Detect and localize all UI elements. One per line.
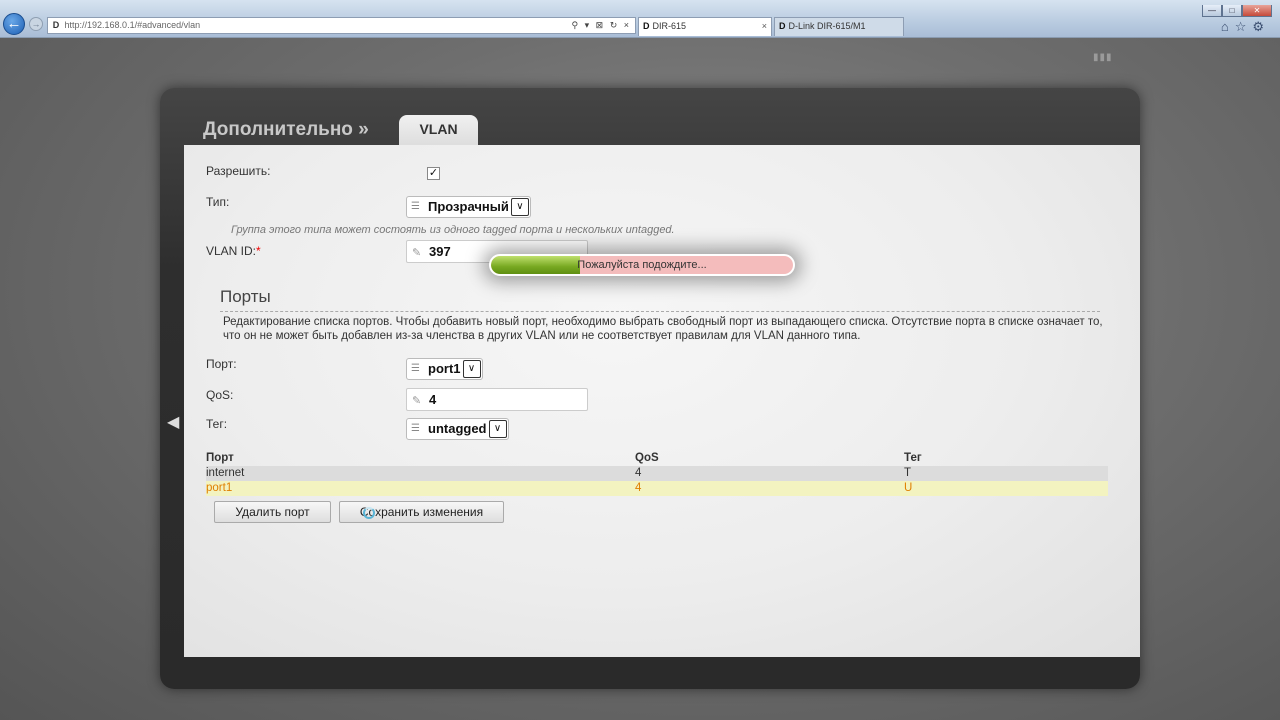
qos-input[interactable]: ✎ 4 [406,388,588,411]
type-select-value: Прозрачный [428,199,509,214]
ports-description: Редактирование списка портов. Чтобы доба… [223,316,1103,342]
cell-qos: 4 [635,467,642,479]
browser-tools: ⌂☆⚙ [1221,19,1270,35]
tag-select[interactable]: ☰ untagged ∨ [406,418,509,440]
type-label: Тип: [206,195,230,209]
tag-select-value: untagged [428,421,487,436]
tab-vlan[interactable]: VLAN [399,115,478,147]
tab-close-icon[interactable]: × [762,18,767,35]
wait-text: Пожалуйста подождите... [577,259,707,271]
list-icon: ☰ [411,363,420,374]
ports-section-title: Порты [220,287,271,306]
cell-tag: U [904,482,913,494]
cell-qos: 4 [635,482,642,494]
cell-port: internet [206,467,245,479]
chevron-down-icon[interactable]: ∨ [510,198,529,216]
pencil-icon: ✎ [412,395,422,407]
address-url: http://192.168.0.1/#advanced/vlan [64,20,201,30]
left-arrow-icon[interactable]: ◀ [167,412,179,432]
browser-toolbar: ← → D http://192.168.0.1/#advanced/vlan … [0,0,1280,38]
tab-label: D-Link DIR-615/M1 [788,21,866,31]
vlan-id-value: 397 [429,244,451,259]
required-marker: * [256,244,261,258]
section-divider [220,311,1100,312]
col-tag-header: Тег [904,452,922,464]
qos-value: 4 [429,392,437,407]
table-row[interactable]: internet 4 T [206,466,1108,481]
tab-label: DIR-615 [652,21,687,31]
ports-table: Порт QoS Тег internet 4 T port1 4 U [206,451,1108,496]
table-header: Порт QoS Тег [206,451,1108,466]
vlan-id-label: VLAN ID:* [206,244,261,258]
busy-cursor-icon [363,507,375,519]
qos-label: QoS: [206,388,234,402]
gear-icon[interactable]: ⚙ [1252,19,1270,34]
delete-port-button[interactable]: Удалить порт [214,501,331,523]
address-bar[interactable]: D http://192.168.0.1/#advanced/vlan ⚲ ▾ … [47,17,636,34]
browser-tab-dir615[interactable]: D DIR-615 × [638,17,772,36]
col-qos-header: QoS [635,452,659,464]
enable-label: Разрешить: [206,164,271,178]
chevron-down-icon[interactable]: ∨ [462,360,481,378]
enable-checkbox[interactable]: ✓ [427,167,440,180]
dlink-favicon-icon: D [52,20,60,30]
port-label: Порт: [206,357,237,371]
type-hint: Группа этого типа может состоять из одно… [231,224,675,236]
port-select-value: port1 [428,361,461,376]
minimize-icon[interactable]: — [1202,5,1222,17]
star-icon[interactable]: ☆ [1235,19,1253,34]
list-icon: ☰ [411,201,420,212]
vlan-content: Разрешить: ✓ Тип: ☰ Прозрачный ∨ Группа … [184,145,1140,657]
port-select[interactable]: ☰ port1 ∨ [406,358,483,380]
maximize-icon[interactable]: □ [1222,5,1242,17]
menu-dots-icon[interactable]: ▮▮▮ [1093,52,1113,63]
browser-tab-dlink[interactable]: D D-Link DIR-615/M1 [774,17,904,36]
chevron-down-icon[interactable]: ∨ [488,420,507,438]
router-panel: Дополнительно » VLAN ◀ Разрешить: ✓ Тип: [160,88,1140,689]
close-window-icon[interactable]: ✕ [1242,5,1272,17]
dlink-favicon-icon: D [779,21,786,31]
tag-label: Тег: [206,417,228,431]
progress-bar [491,256,581,274]
back-arrow-icon[interactable]: ← [3,13,25,35]
address-actions[interactable]: ⚲ ▾ ⊠ ↻ × [572,18,631,33]
table-row-selected[interactable]: port1 4 U [206,481,1108,496]
list-icon: ☰ [411,423,420,434]
wait-popup: Пожалуйста подождите... [489,254,795,276]
col-port-header: Порт [206,452,234,464]
cell-tag: T [904,467,912,479]
forward-arrow-icon[interactable]: → [29,17,43,31]
vlan-id-label-text: VLAN ID: [206,244,257,258]
type-select[interactable]: ☰ Прозрачный ∨ [406,196,531,218]
breadcrumb[interactable]: Дополнительно » [203,119,369,141]
window-controls: — □ ✕ [1202,0,1272,18]
home-icon[interactable]: ⌂ [1221,19,1235,34]
cell-port: port1 [206,482,233,494]
pencil-icon: ✎ [412,247,422,259]
dlink-favicon-icon: D [643,21,650,31]
